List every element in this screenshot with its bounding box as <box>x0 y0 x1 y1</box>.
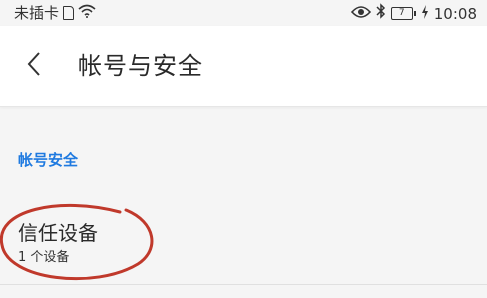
carrier-text: 未插卡 <box>14 4 60 22</box>
page-title: 帐号与安全 <box>78 52 203 80</box>
charging-icon <box>421 4 429 24</box>
app-header: 帐号与安全 <box>0 26 487 107</box>
trusted-devices-title: 信任设备 <box>18 221 98 245</box>
battery-level: 7 <box>390 7 413 20</box>
eye-icon <box>350 4 371 24</box>
battery-icon: 7 <box>390 7 416 20</box>
status-left: 未插卡 <box>14 3 96 23</box>
screen: 未插卡 7 10:08 帐号与安全 帐号安全 信任设备 1 个设备 <box>0 0 487 298</box>
trusted-devices-count: 1 个设备 <box>18 250 70 265</box>
section-title: 帐号安全 <box>18 151 79 169</box>
sim-card-icon <box>63 6 75 20</box>
bluetooth-icon <box>376 3 386 24</box>
wifi-icon <box>78 3 96 23</box>
divider <box>0 284 487 285</box>
status-right: 7 10:08 <box>350 3 477 24</box>
trusted-devices-item[interactable]: 信任设备 1 个设备 <box>0 205 487 285</box>
status-bar: 未插卡 7 10:08 <box>0 0 487 26</box>
status-time: 10:08 <box>433 4 477 23</box>
chevron-left-icon <box>26 51 42 81</box>
back-button[interactable] <box>14 46 54 86</box>
